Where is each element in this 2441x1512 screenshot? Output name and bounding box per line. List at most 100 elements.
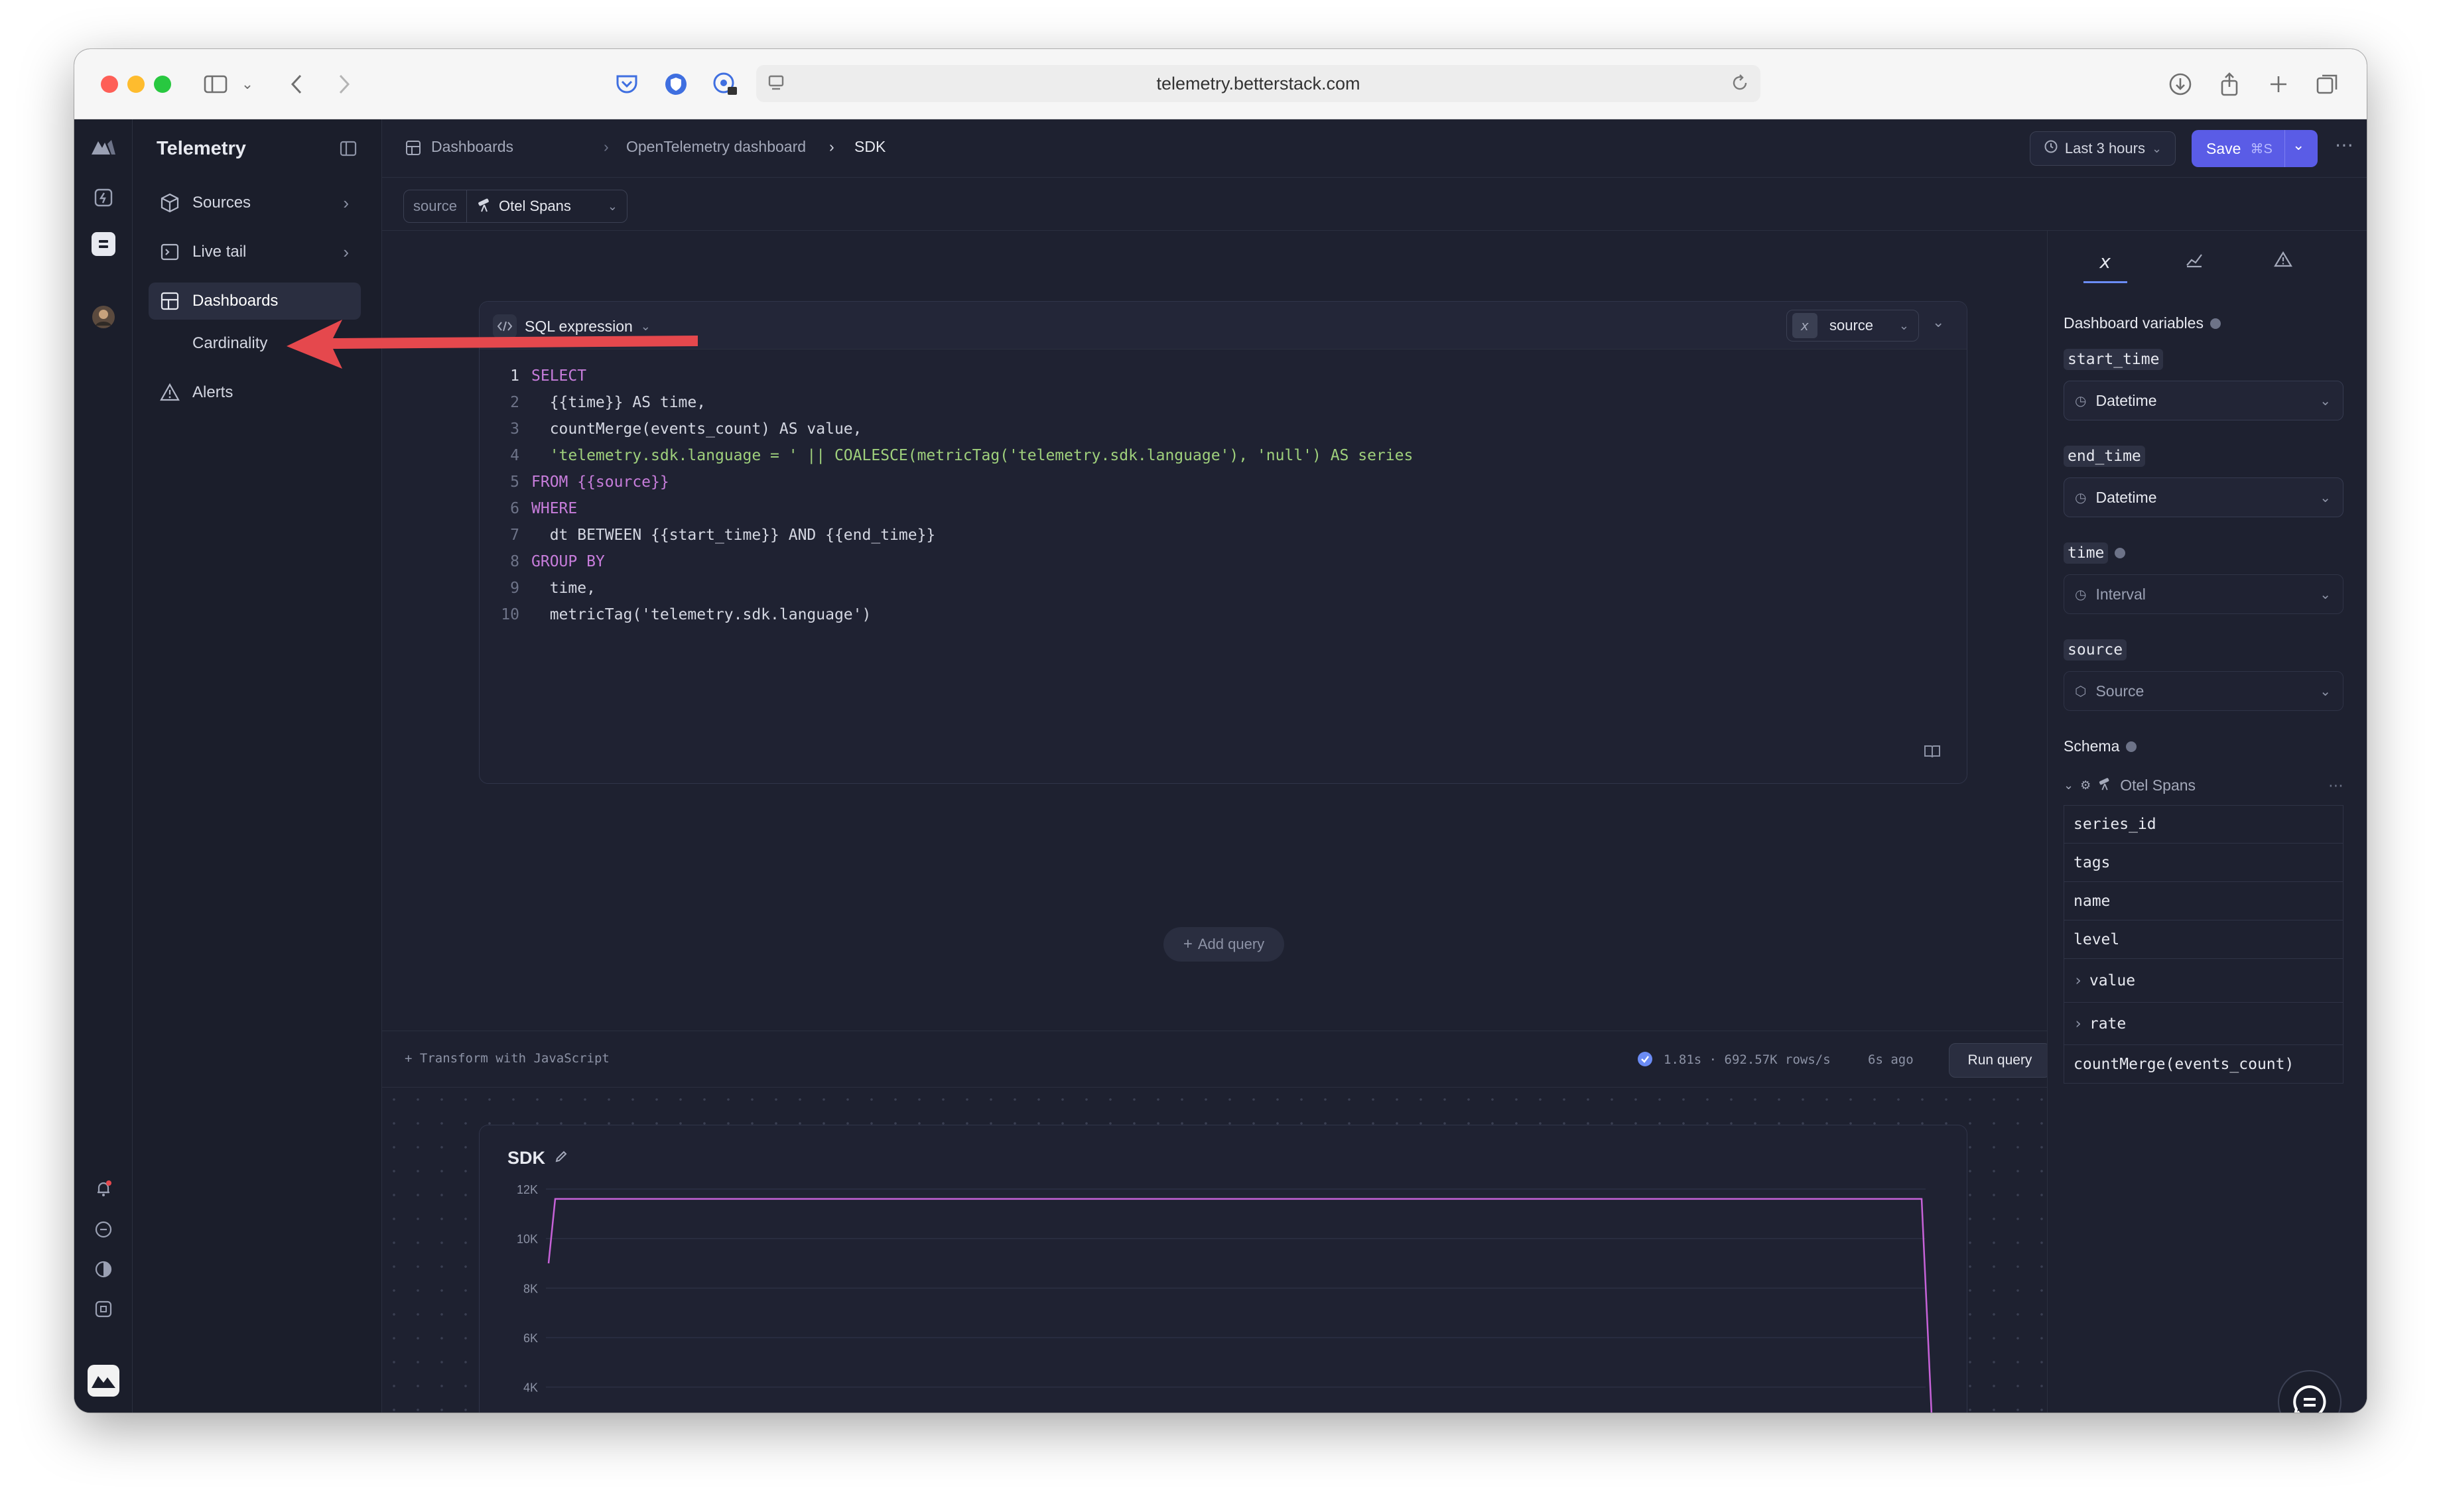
variable-type-label: Interval xyxy=(2095,585,2146,603)
more-options-icon[interactable]: ⋯ xyxy=(2328,777,2343,794)
info-icon[interactable] xyxy=(2210,318,2221,329)
sidebar-item-alerts[interactable]: Alerts xyxy=(149,374,361,411)
time-range-label: Last 3 hours xyxy=(2064,140,2145,157)
team-avatar[interactable] xyxy=(89,302,118,332)
collapse-sidebar-icon[interactable] xyxy=(339,139,358,161)
clock-icon xyxy=(2044,139,2058,158)
collapse-editor-chevron-icon[interactable]: ⌄ xyxy=(1932,314,1944,331)
code-text: GROUP BY xyxy=(531,553,605,570)
tab-alerts[interactable] xyxy=(2261,241,2305,281)
variables-title: Dashboard variables xyxy=(2064,314,2204,332)
docs-book-icon[interactable] xyxy=(1923,743,1942,763)
variable-type-label: Datetime xyxy=(2095,488,2157,506)
annotation-arrow xyxy=(287,320,698,369)
dashboard-grid-icon xyxy=(405,139,422,160)
query-editor-area: SQL expression ⌄ x source ⌄ ⌄ 1 SELECT 2 … xyxy=(382,231,2051,1413)
user-avatar[interactable] xyxy=(88,1365,119,1397)
shield-extension-icon[interactable] xyxy=(661,69,691,99)
active-tab-indicator xyxy=(2083,281,2127,283)
chevron-right-icon: › xyxy=(2074,1015,2083,1033)
breadcrumb-dashboards[interactable]: Dashboards xyxy=(431,138,513,156)
add-query-button[interactable]: + Add query xyxy=(1163,927,1284,962)
variable-type-select-source: ⬡ Source ⌄ xyxy=(2064,671,2343,711)
telemetry-icon[interactable] xyxy=(92,232,115,256)
insert-variable-label: source xyxy=(1829,317,1874,334)
variable-badge: x xyxy=(1792,313,1817,338)
run-query-button[interactable]: Run query xyxy=(1949,1043,2051,1078)
address-bar[interactable]: telemetry.betterstack.com xyxy=(756,65,1760,102)
insert-variable-select[interactable]: x source ⌄ xyxy=(1786,310,1919,342)
breadcrumb-dashboard[interactable]: OpenTelemetry dashboard xyxy=(626,138,806,156)
code-text: dt BETWEEN {{start_time}} AND {{end_time… xyxy=(531,527,936,544)
variable-type-label: Datetime xyxy=(2095,391,2157,409)
zoom-window-button[interactable] xyxy=(154,76,171,93)
theme-icon[interactable] xyxy=(89,1255,118,1284)
variable-type-select-start-time[interactable]: ◷ Datetime ⌄ xyxy=(2064,381,2343,420)
minimize-window-button[interactable] xyxy=(127,76,145,93)
schema-field[interactable]: countMerge(events_count) xyxy=(2064,1045,2343,1084)
code-text: time, xyxy=(531,580,596,597)
reload-icon[interactable] xyxy=(1730,73,1750,97)
chevron-down-icon[interactable]: ⌄ xyxy=(232,69,263,99)
source-filter[interactable]: source Otel Spans ⌄ xyxy=(403,190,627,223)
sidebar-title: Telemetry xyxy=(157,138,246,159)
close-window-button[interactable] xyxy=(101,76,118,93)
save-button[interactable]: Save ⌘S ⌄ xyxy=(2192,130,2318,167)
share-icon[interactable] xyxy=(2214,69,2245,99)
plus-icon: + xyxy=(405,1051,420,1066)
telemetry-app: Telemetry Sources › Live tail › Dashboar… xyxy=(74,119,2367,1413)
chevron-down-icon: ⌄ xyxy=(2064,778,2074,792)
notifications-icon[interactable] xyxy=(89,1174,118,1203)
uptime-icon[interactable] xyxy=(89,183,118,212)
page-icon xyxy=(767,73,787,97)
source-filter-value: Otel Spans xyxy=(499,198,571,214)
schema-field[interactable]: name xyxy=(2064,882,2343,920)
code-text: countMerge(events_count) AS value, xyxy=(531,420,862,438)
schema-source-row[interactable]: ⌄ ⚙ Otel Spans ⋯ xyxy=(2064,772,2343,798)
download-icon[interactable] xyxy=(2165,69,2196,99)
command-icon[interactable] xyxy=(89,1294,118,1324)
dashboard-header: Dashboards › OpenTelemetry dashboard › S… xyxy=(382,119,2367,178)
series-line-0[interactable] xyxy=(547,1198,1935,1413)
info-icon[interactable] xyxy=(2126,741,2137,752)
chevron-down-icon: ⌄ xyxy=(2320,684,2331,699)
variable-type-select-end-time[interactable]: ◷ Datetime ⌄ xyxy=(2064,477,2343,517)
password-extension-icon[interactable] xyxy=(710,69,740,99)
y-tick-label: 8K xyxy=(523,1282,538,1295)
code-text: metricTag('telemetry.sdk.language') xyxy=(531,606,872,623)
pocket-extension-icon[interactable] xyxy=(612,69,642,99)
time-range-button[interactable]: Last 3 hours ⌄ xyxy=(2030,131,2176,166)
schema-field-expandable[interactable]: › value xyxy=(2064,959,2343,1003)
dashboard-grid-icon xyxy=(158,289,182,313)
new-tab-icon[interactable] xyxy=(2263,69,2294,99)
betterstack-logo-icon[interactable] xyxy=(89,133,118,162)
breadcrumb-current: SDK xyxy=(854,138,886,155)
schema-field-expandable[interactable]: › rate xyxy=(2064,1003,2343,1045)
schema-field[interactable]: series_id xyxy=(2064,805,2343,844)
warning-icon xyxy=(2274,251,2292,273)
variable-x-icon: x xyxy=(2099,250,2111,273)
cube-icon xyxy=(158,191,182,215)
forward-icon[interactable] xyxy=(329,69,360,99)
more-options-icon[interactable]: ⋯ xyxy=(2335,134,2353,156)
y-tick-label: 10K xyxy=(517,1233,538,1246)
add-query-label: Add query xyxy=(1197,936,1265,952)
transform-js-button[interactable]: + Transform with JavaScript xyxy=(405,1051,610,1066)
sidebar-item-live-tail[interactable]: Live tail › xyxy=(149,233,361,271)
info-icon[interactable] xyxy=(2115,548,2126,558)
telescope-icon xyxy=(476,196,494,217)
chat-icon[interactable] xyxy=(89,1215,118,1244)
schema-field[interactable]: level xyxy=(2064,920,2343,959)
tab-chart-settings[interactable] xyxy=(2172,241,2216,281)
schema-field[interactable]: tags xyxy=(2064,844,2343,882)
save-options-chevron-icon[interactable]: ⌄ xyxy=(2292,137,2304,154)
transform-label: Transform with JavaScript xyxy=(419,1051,610,1066)
back-icon[interactable] xyxy=(281,69,312,99)
line-chart[interactable]: 12K10K8K6K4K2K xyxy=(480,1125,1967,1413)
sidebar-item-sources[interactable]: Sources › xyxy=(149,184,361,221)
save-shortcut: ⌘S xyxy=(2250,141,2273,157)
tab-overview-icon[interactable] xyxy=(2312,69,2343,99)
tab-variables[interactable]: x xyxy=(2083,241,2127,281)
sidebar-toggle-icon[interactable] xyxy=(200,69,231,99)
variable-name-end-time: end_time xyxy=(2064,446,2145,467)
